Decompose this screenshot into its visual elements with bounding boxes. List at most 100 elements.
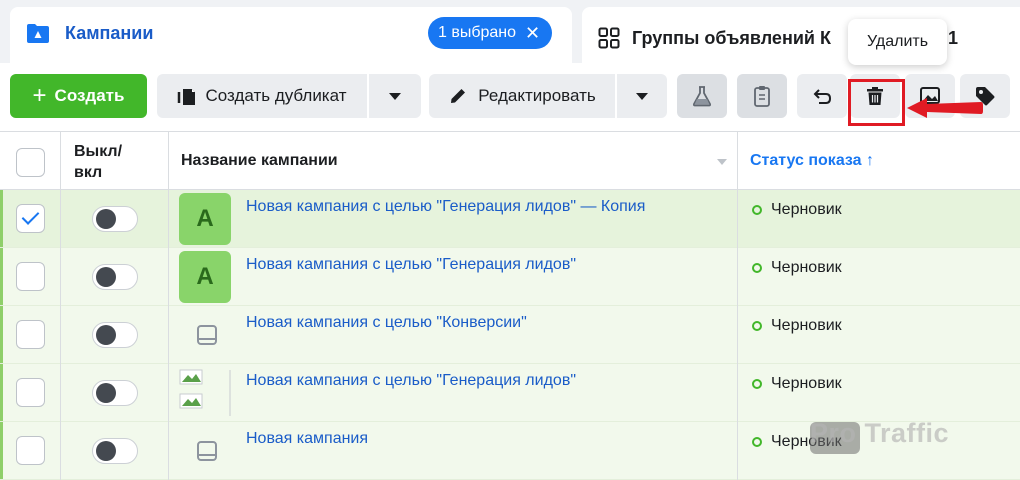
campaign-name-link[interactable]: Новая кампания с целью "Генерация лидов"… xyxy=(246,198,645,216)
column-divider xyxy=(737,306,738,364)
table-row[interactable]: A Новая кампания с целью "Генерация лидо… xyxy=(0,248,1020,306)
row-checkbox[interactable] xyxy=(16,436,45,465)
duplicate-dropdown-button[interactable] xyxy=(369,74,421,118)
tab-campaigns[interactable]: Кампании 1 выбрано ✕ xyxy=(10,7,572,63)
undo-icon xyxy=(813,89,832,104)
status-text: Черновик xyxy=(771,375,842,392)
status-dot-icon xyxy=(752,437,762,447)
row-accent xyxy=(0,190,3,247)
column-divider xyxy=(168,190,169,248)
device-placeholder-icon xyxy=(197,325,217,345)
column-divider xyxy=(168,364,169,422)
create-button-label: Создать xyxy=(54,86,125,105)
chevron-down-icon xyxy=(636,92,648,100)
status-cell: Черновик xyxy=(752,259,842,277)
column-header-onoff-line2: вкл xyxy=(74,164,103,181)
ab-test-button[interactable] xyxy=(677,74,727,118)
edit-dropdown-button[interactable] xyxy=(617,74,667,118)
row-toggle[interactable] xyxy=(92,206,138,232)
tab-ad-groups-count: 1 xyxy=(948,28,959,48)
column-divider xyxy=(60,422,61,480)
duplicate-button-label: Создать дубликат xyxy=(205,86,347,105)
row-toggle[interactable] xyxy=(92,264,138,290)
watermark-text: Pro Traffic xyxy=(810,418,950,448)
status-cell: Черновик xyxy=(752,317,842,335)
status-cell: Черновик xyxy=(752,375,842,393)
delete-tooltip: Удалить xyxy=(848,19,947,65)
column-divider xyxy=(60,190,61,248)
row-checkbox[interactable] xyxy=(16,204,45,233)
column-header-status[interactable]: Статус показа ↑ xyxy=(750,152,874,170)
edit-button-label: Редактировать xyxy=(478,86,596,105)
folder-icon xyxy=(27,24,49,43)
delete-highlight-box xyxy=(848,79,905,126)
column-divider xyxy=(60,132,61,191)
status-text: Черновик xyxy=(771,317,842,334)
campaign-thumbnail: A xyxy=(179,251,231,303)
campaign-thumbnail: A xyxy=(179,193,231,245)
column-divider xyxy=(168,422,169,480)
column-divider xyxy=(60,364,61,422)
row-checkbox[interactable] xyxy=(16,320,45,349)
clipboard-icon xyxy=(754,86,770,107)
status-dot-icon xyxy=(752,379,762,389)
row-accent xyxy=(0,364,3,421)
row-toggle[interactable] xyxy=(92,438,138,464)
column-divider xyxy=(60,248,61,306)
edit-button[interactable]: Редактировать xyxy=(429,74,615,118)
row-checkbox[interactable] xyxy=(16,378,45,407)
row-accent xyxy=(0,248,3,305)
column-divider xyxy=(737,248,738,306)
plus-icon: + xyxy=(32,82,47,109)
column-divider xyxy=(60,306,61,364)
status-text: Черновик xyxy=(771,201,842,218)
sort-caret-icon[interactable] xyxy=(717,159,727,165)
undo-button[interactable] xyxy=(797,74,847,118)
row-checkbox[interactable] xyxy=(16,262,45,291)
selected-count-pill[interactable]: 1 выбрано ✕ xyxy=(428,17,553,49)
campaign-name-link[interactable]: Новая кампания xyxy=(246,430,368,448)
column-divider xyxy=(168,248,169,306)
status-dot-icon xyxy=(752,263,762,273)
row-accent xyxy=(0,422,3,479)
table-header: Выкл/ вкл Название кампании Статус показ… xyxy=(0,131,1020,191)
clear-selection-icon[interactable]: ✕ xyxy=(525,24,540,42)
pencil-icon xyxy=(451,89,466,103)
table-row[interactable]: A Новая кампания с целью "Генерация лидо… xyxy=(0,190,1020,248)
copy-icon xyxy=(178,89,196,105)
tab-campaigns-label: Кампании xyxy=(65,23,154,43)
watermark-logo: Pro Traffic xyxy=(810,418,964,462)
column-divider xyxy=(168,132,169,191)
clipboard-button[interactable] xyxy=(737,74,787,118)
select-all-checkbox[interactable] xyxy=(16,148,45,177)
chevron-down-icon xyxy=(389,92,401,100)
column-divider xyxy=(168,306,169,364)
row-toggle[interactable] xyxy=(92,380,138,406)
campaign-name-link[interactable]: Новая кампания с целью "Конверсии" xyxy=(246,314,527,332)
grid-icon xyxy=(598,27,620,49)
status-dot-icon xyxy=(752,205,762,215)
table-row[interactable]: Новая кампания с целью "Конверсии" Черно… xyxy=(0,306,1020,364)
column-header-name[interactable]: Название кампании xyxy=(181,152,338,170)
table-row[interactable]: Новая кампания с целью "Генерация лидов"… xyxy=(0,364,1020,422)
status-text: Черновик xyxy=(771,259,842,276)
red-arrow-icon xyxy=(907,98,983,118)
tab-ad-groups[interactable]: Группы объявлений К 1 xyxy=(582,7,1020,63)
column-divider xyxy=(737,190,738,248)
broken-image-icon xyxy=(179,369,231,416)
row-toggle[interactable] xyxy=(92,322,138,348)
column-divider xyxy=(737,364,738,422)
column-header-onoff[interactable]: Выкл/ вкл xyxy=(74,141,122,183)
flask-icon xyxy=(692,86,712,107)
column-divider xyxy=(737,422,738,480)
status-cell: Черновик xyxy=(752,201,842,219)
campaign-name-link[interactable]: Новая кампания с целью "Генерация лидов" xyxy=(246,256,576,274)
status-dot-icon xyxy=(752,321,762,331)
selected-count-label: 1 выбрано xyxy=(438,24,517,41)
duplicate-button[interactable]: Создать дубликат xyxy=(157,74,367,118)
tab-ad-groups-label: Группы объявлений К xyxy=(632,28,831,48)
campaign-name-link[interactable]: Новая кампания с целью "Генерация лидов" xyxy=(246,372,576,390)
create-button[interactable]: + Создать xyxy=(10,74,147,118)
column-divider xyxy=(737,132,738,191)
device-placeholder-icon xyxy=(197,441,217,461)
